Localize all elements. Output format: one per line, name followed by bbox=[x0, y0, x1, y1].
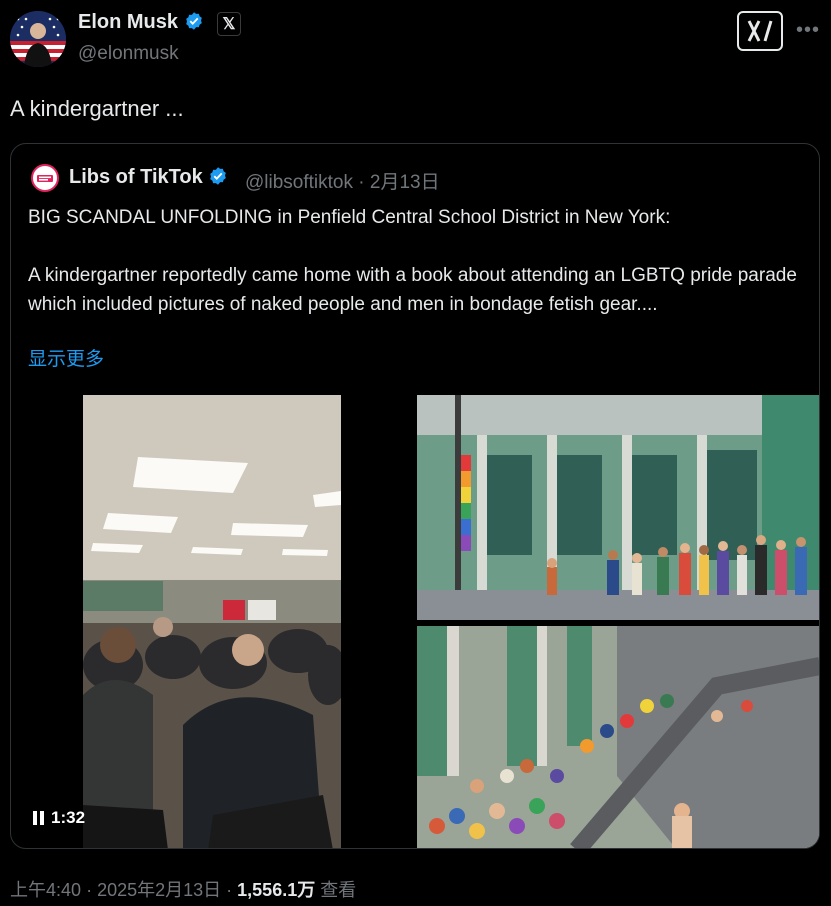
post-date[interactable]: 2025年2月13日 bbox=[97, 880, 221, 900]
quoted-text-line1: BIG SCANDAL UNFOLDING in Penfield Centra… bbox=[28, 207, 671, 228]
quoted-post[interactable]: Libs of TikTok @libsoftiktok · 2月13日 BIG… bbox=[10, 143, 820, 849]
author-handle[interactable]: @elonmusk bbox=[78, 43, 179, 65]
author-name[interactable]: Elon Musk bbox=[78, 11, 204, 34]
book-illustration-2[interactable] bbox=[417, 626, 819, 848]
quoted-text-line2: A kindergartner reportedly came home wit… bbox=[28, 265, 797, 315]
post-text: A kindergartner ... bbox=[10, 96, 184, 121]
quoted-post-text: BIG SCANDAL UNFOLDING in Penfield Centra… bbox=[28, 203, 808, 319]
post-meta: 上午4:40 · 2025年2月13日 · 1,556.1万 查看 bbox=[10, 880, 357, 900]
post-time[interactable]: 上午4:40 bbox=[10, 880, 81, 900]
quoted-author-name-text[interactable]: Libs of TikTok bbox=[69, 166, 203, 188]
view-count: 1,556.1万 bbox=[237, 880, 316, 900]
book-illustration-1[interactable] bbox=[417, 395, 819, 620]
x-logo-icon: 𝕏 bbox=[217, 12, 241, 36]
video-duration: 1:32 bbox=[51, 808, 86, 827]
verified-badge-icon bbox=[185, 12, 202, 30]
quoted-handle-date[interactable]: @libsoftiktok · 2月13日 bbox=[245, 167, 440, 194]
verified-badge-icon bbox=[210, 167, 227, 185]
video-player[interactable] bbox=[83, 395, 341, 848]
video-controls[interactable]: 1:32 bbox=[31, 804, 85, 832]
show-more-link[interactable]: 显示更多 bbox=[28, 344, 104, 371]
author-name-text[interactable]: Elon Musk bbox=[78, 11, 178, 33]
grok-button[interactable] bbox=[737, 11, 783, 51]
views-label: 查看 bbox=[320, 880, 357, 900]
grok-icon bbox=[747, 20, 773, 42]
author-avatar[interactable] bbox=[10, 11, 66, 67]
pause-icon[interactable] bbox=[31, 811, 45, 825]
quoted-author-name[interactable]: Libs of TikTok bbox=[69, 166, 228, 189]
more-options-button[interactable]: ••• bbox=[793, 18, 823, 42]
more-icon: ••• bbox=[795, 18, 820, 41]
quoted-author-avatar[interactable] bbox=[31, 164, 59, 192]
